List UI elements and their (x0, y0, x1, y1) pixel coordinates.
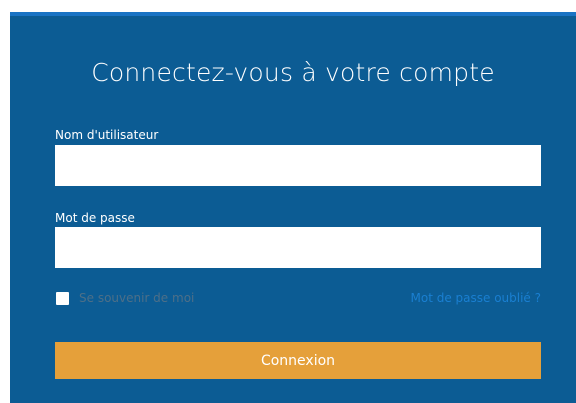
forgot-password-link[interactable]: Mot de passe oublié ? (411, 291, 542, 305)
password-label: Mot de passe (55, 211, 135, 225)
remember-me-checkbox[interactable] (56, 291, 69, 305)
remember-me-label: Se souvenir de moi (79, 291, 195, 305)
login-panel: Connectez-vous à votre compte Nom d'util… (10, 12, 576, 403)
password-input[interactable] (55, 227, 541, 268)
username-input[interactable] (55, 145, 541, 186)
page-title: Connectez-vous à votre compte (91, 58, 495, 87)
username-label: Nom d'utilisateur (55, 128, 159, 142)
remember-me[interactable]: Se souvenir de moi (56, 291, 194, 305)
login-button[interactable]: Connexion (55, 342, 541, 379)
